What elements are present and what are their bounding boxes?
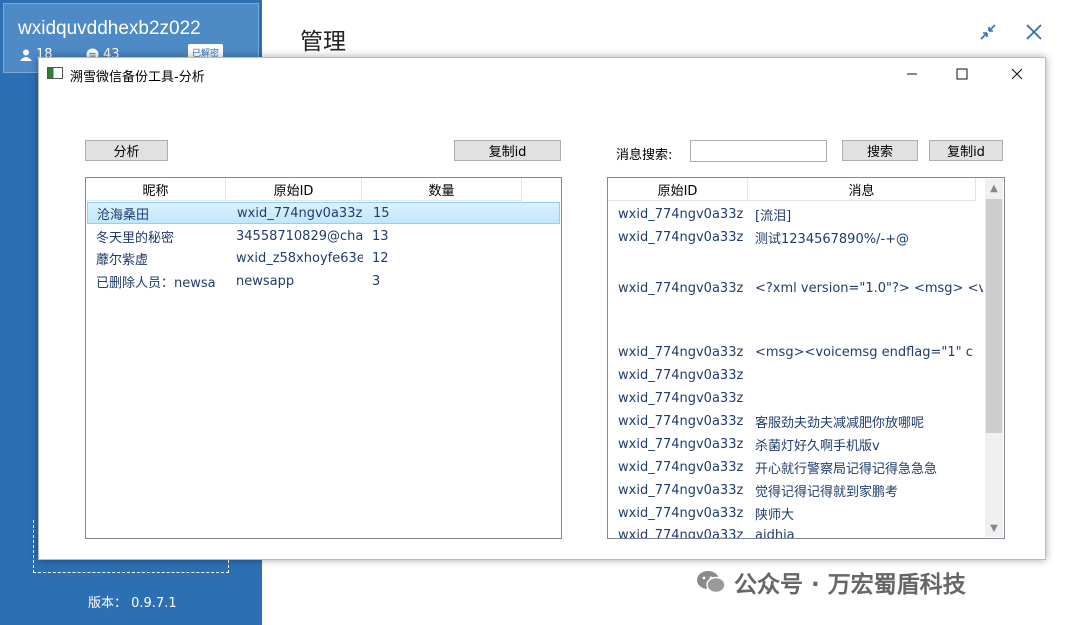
watermark-text: 公众号 · 万宏蜀盾科技 (734, 572, 966, 598)
cell-count: 13 (372, 228, 389, 244)
table-row[interactable]: wxid_774ngv0a33z (609, 364, 985, 386)
contacts-grid[interactable]: 昵称 原始ID 数量 沧海桑田 wxid_774ngv0a33z 15 冬天里的… (85, 177, 562, 539)
app-icon (47, 67, 63, 79)
cell-message: 测试1234567890%/-+@ (755, 231, 910, 247)
cell-id: wxid_774ngv0a33z (618, 436, 744, 452)
table-row[interactable]: wxid_774ngv0a33z 测试1234567890%/-+@ (609, 226, 985, 248)
cell-message: 陕师大 (755, 507, 795, 523)
cell-id: wxid_774ngv0a33z (618, 390, 744, 406)
version-text: 版本： 0.9.7.1 (88, 596, 177, 611)
cell-id: wxid_774ngv0a33z (618, 413, 744, 429)
table-row[interactable]: wxid_774ngv0a33z aidhja (609, 524, 985, 539)
table-row[interactable]: 已删除人员：newsa newsapp 3 (87, 270, 560, 292)
table-row[interactable]: 沧海桑田 wxid_774ngv0a33z 15 (87, 202, 560, 224)
scroll-up-icon[interactable]: ▲ (985, 179, 1003, 197)
cell-message: 觉得记得记得就到家鹏考 (755, 484, 899, 500)
cell-message: 开心就行警察局记得记得急急急 (755, 461, 938, 477)
column-header-id[interactable]: 原始ID (608, 178, 748, 200)
wechat-icon (697, 571, 726, 594)
cell-count: 3 (372, 273, 381, 289)
cell-id: wxid_774ngv0a33z (618, 527, 744, 539)
search-input[interactable] (690, 140, 827, 162)
person-icon (20, 49, 32, 61)
table-row[interactable]: wxid_774ngv0a33z 客服劲夫劲夫减减肥你放哪呢 (609, 410, 985, 432)
analysis-window: 溯雪微信备份工具-分析 分析 复制id 昵称 原始ID 数量 沧海桑田 wxid… (38, 57, 1046, 560)
cell-message: [流泪] (755, 208, 792, 224)
cell-id: wxid_774ngv0a33z (618, 229, 744, 245)
cell-id: wxid_774ngv0a33z (618, 344, 744, 360)
cell-count: 15 (373, 205, 390, 221)
contacts-grid-header: 昵称 原始ID 数量 (86, 178, 522, 201)
cell-message: <?xml version="1.0"?> <msg> <videomsg ae… (755, 280, 983, 296)
vertical-scrollbar[interactable]: ▲ ▼ (985, 179, 1003, 537)
close-icon[interactable] (1025, 22, 1043, 46)
scrollbar-thumb[interactable] (986, 199, 1002, 433)
table-row[interactable]: wxid_774ngv0a33z 开心就行警察局记得记得急急急 (609, 456, 985, 478)
cell-id: wxid_774ngv0a33z (618, 367, 744, 383)
table-row[interactable]: wxid_774ngv0a33z <msg><voicemsg endflag=… (609, 341, 985, 363)
table-row[interactable]: wxid_774ngv0a33z 陕师大 (609, 502, 985, 524)
cell-id: wxid_774ngv0a33z (237, 205, 363, 221)
cell-message: 客服劲夫劲夫减减肥你放哪呢 (755, 415, 925, 431)
cell-id: wxid_774ngv0a33z (618, 459, 744, 475)
title-bar[interactable]: 溯雪微信备份工具-分析 (39, 58, 1045, 90)
cell-id: wxid_774ngv0a33z (618, 280, 744, 296)
analyze-button[interactable]: 分析 (85, 140, 168, 161)
messages-grid-header: 原始ID 消息 (608, 178, 976, 201)
maximize-button[interactable] (939, 58, 985, 90)
close-button[interactable] (994, 58, 1040, 90)
watermark: 公众号 · 万宏蜀盾科技 (696, 565, 966, 599)
copy-id-button-right[interactable]: 复制id (929, 140, 1003, 161)
cell-id: wxid_z58xhoyfe63e (236, 250, 363, 266)
table-row[interactable]: 蘼尔紫虚 wxid_z58xhoyfe63e 12 (87, 247, 560, 269)
search-label: 消息搜索: (616, 148, 673, 163)
minimize-button[interactable] (889, 58, 935, 90)
cell-count: 12 (372, 250, 389, 266)
column-header-nickname[interactable]: 昵称 (86, 178, 226, 200)
cell-nickname: 蘼尔紫虚 (96, 252, 149, 268)
table-row[interactable]: wxid_774ngv0a33z [流泪] (609, 203, 985, 225)
cell-id: 34558710829@cha (236, 228, 363, 244)
column-header-id[interactable]: 原始ID (226, 178, 362, 200)
messages-grid[interactable]: 原始ID 消息 wxid_774ngv0a33z [流泪] wxid_774ng… (607, 177, 1005, 539)
cell-nickname: 已删除人员：newsa (96, 275, 216, 291)
cell-nickname: 冬天里的秘密 (96, 230, 175, 246)
account-name: wxidquvddhexb2z022 (18, 18, 201, 39)
table-row[interactable]: wxid_774ngv0a33z <?xml version="1.0"?> <… (609, 248, 985, 328)
column-header-message[interactable]: 消息 (748, 178, 976, 200)
table-row[interactable]: wxid_774ngv0a33z 觉得记得记得就到家鹏考 (609, 479, 985, 501)
cell-nickname: 沧海桑田 (97, 207, 150, 223)
page-title: 管理 (300, 29, 346, 55)
table-row[interactable]: wxid_774ngv0a33z (609, 387, 985, 409)
cell-id: wxid_774ngv0a33z (618, 206, 744, 222)
cell-message: <msg><voicemsg endflag="1" c (755, 344, 973, 360)
scroll-down-icon[interactable]: ▼ (985, 519, 1003, 537)
table-row[interactable]: 冬天里的秘密 34558710829@cha 13 (87, 225, 560, 247)
cell-id: newsapp (236, 273, 295, 289)
copy-id-button-left[interactable]: 复制id (454, 140, 561, 161)
cell-id: wxid_774ngv0a33z (618, 482, 744, 498)
window-title: 溯雪微信备份工具-分析 (70, 70, 205, 85)
cell-message: aidhja (755, 527, 795, 539)
collapse-icon[interactable] (978, 22, 998, 47)
cell-id: wxid_774ngv0a33z (618, 505, 744, 521)
cell-message: 杀菌灯好久啊手机版v (755, 438, 880, 454)
search-button[interactable]: 搜索 (842, 140, 918, 161)
column-header-count[interactable]: 数量 (362, 178, 522, 200)
table-row[interactable]: wxid_774ngv0a33z 杀菌灯好久啊手机版v (609, 433, 985, 455)
